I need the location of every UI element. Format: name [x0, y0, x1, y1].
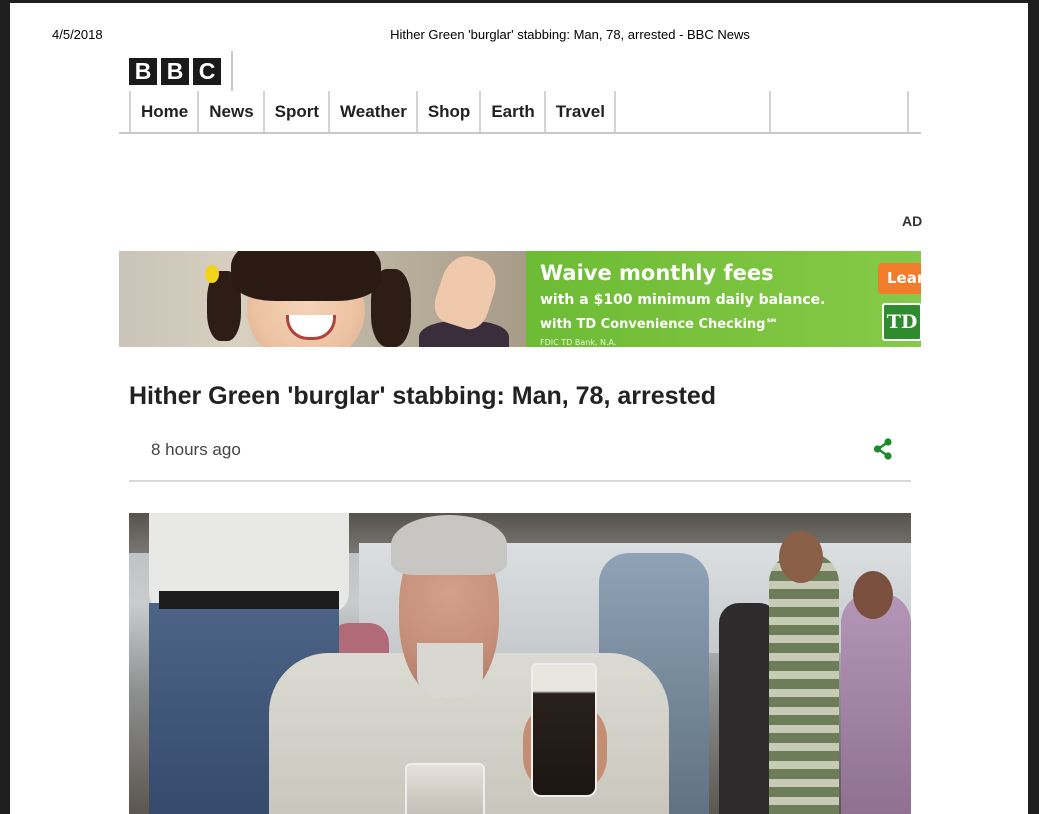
nav-search-slot[interactable] — [907, 91, 909, 132]
nav-item-shop[interactable]: Shop — [415, 91, 480, 132]
td-logo: TD — [882, 303, 921, 341]
ad-learn-more-button[interactable]: Lear — [878, 263, 921, 294]
nav-items: Home News Sport Weather Shop Earth Trave… — [129, 91, 616, 132]
ad-label: AD — [902, 213, 923, 229]
article-divider — [129, 480, 911, 482]
top-navigation: Home News Sport Weather Shop Earth Trave… — [119, 91, 921, 134]
nav-item-sport[interactable]: Sport — [262, 91, 328, 132]
nav-item-news[interactable]: News — [197, 91, 262, 132]
nav-more-slot[interactable] — [769, 91, 771, 132]
logo-letter: C — [193, 58, 221, 85]
ad-copy-panel: Waive monthly fees with a $100 minimum d… — [526, 251, 921, 347]
article-headline: Hither Green 'burglar' stabbing: Man, 78… — [129, 382, 717, 410]
article-timestamp: 8 hours ago — [151, 440, 241, 459]
ad-photo — [119, 251, 526, 347]
logo-divider — [231, 51, 233, 91]
nav-item-weather[interactable]: Weather — [328, 91, 416, 132]
logo-letter: B — [161, 58, 189, 85]
nav-item-travel[interactable]: Travel — [543, 91, 616, 132]
ad-headline: Waive monthly fees — [540, 261, 774, 285]
print-date: 4/5/2018 — [52, 27, 103, 42]
nav-item-earth[interactable]: Earth — [479, 91, 543, 132]
nav-item-home[interactable]: Home — [129, 91, 197, 132]
advertisement-banner[interactable]: Waive monthly fees with a $100 minimum d… — [119, 251, 921, 347]
print-page-title: Hither Green 'burglar' stabbing: Man, 78… — [390, 27, 750, 42]
ad-subline: with a $100 minimum daily balance. — [540, 292, 826, 308]
bbc-logo[interactable]: B B C — [129, 58, 221, 85]
article-hero-image — [129, 513, 911, 814]
share-icon[interactable] — [872, 438, 894, 460]
ad-product: with TD Convenience Checking℠ — [540, 317, 779, 332]
logo-letter: B — [129, 58, 157, 85]
ad-legal: FDIC TD Bank, N.A. — [540, 338, 617, 347]
printed-page: 4/5/2018 Hither Green 'burglar' stabbing… — [10, 3, 1028, 814]
